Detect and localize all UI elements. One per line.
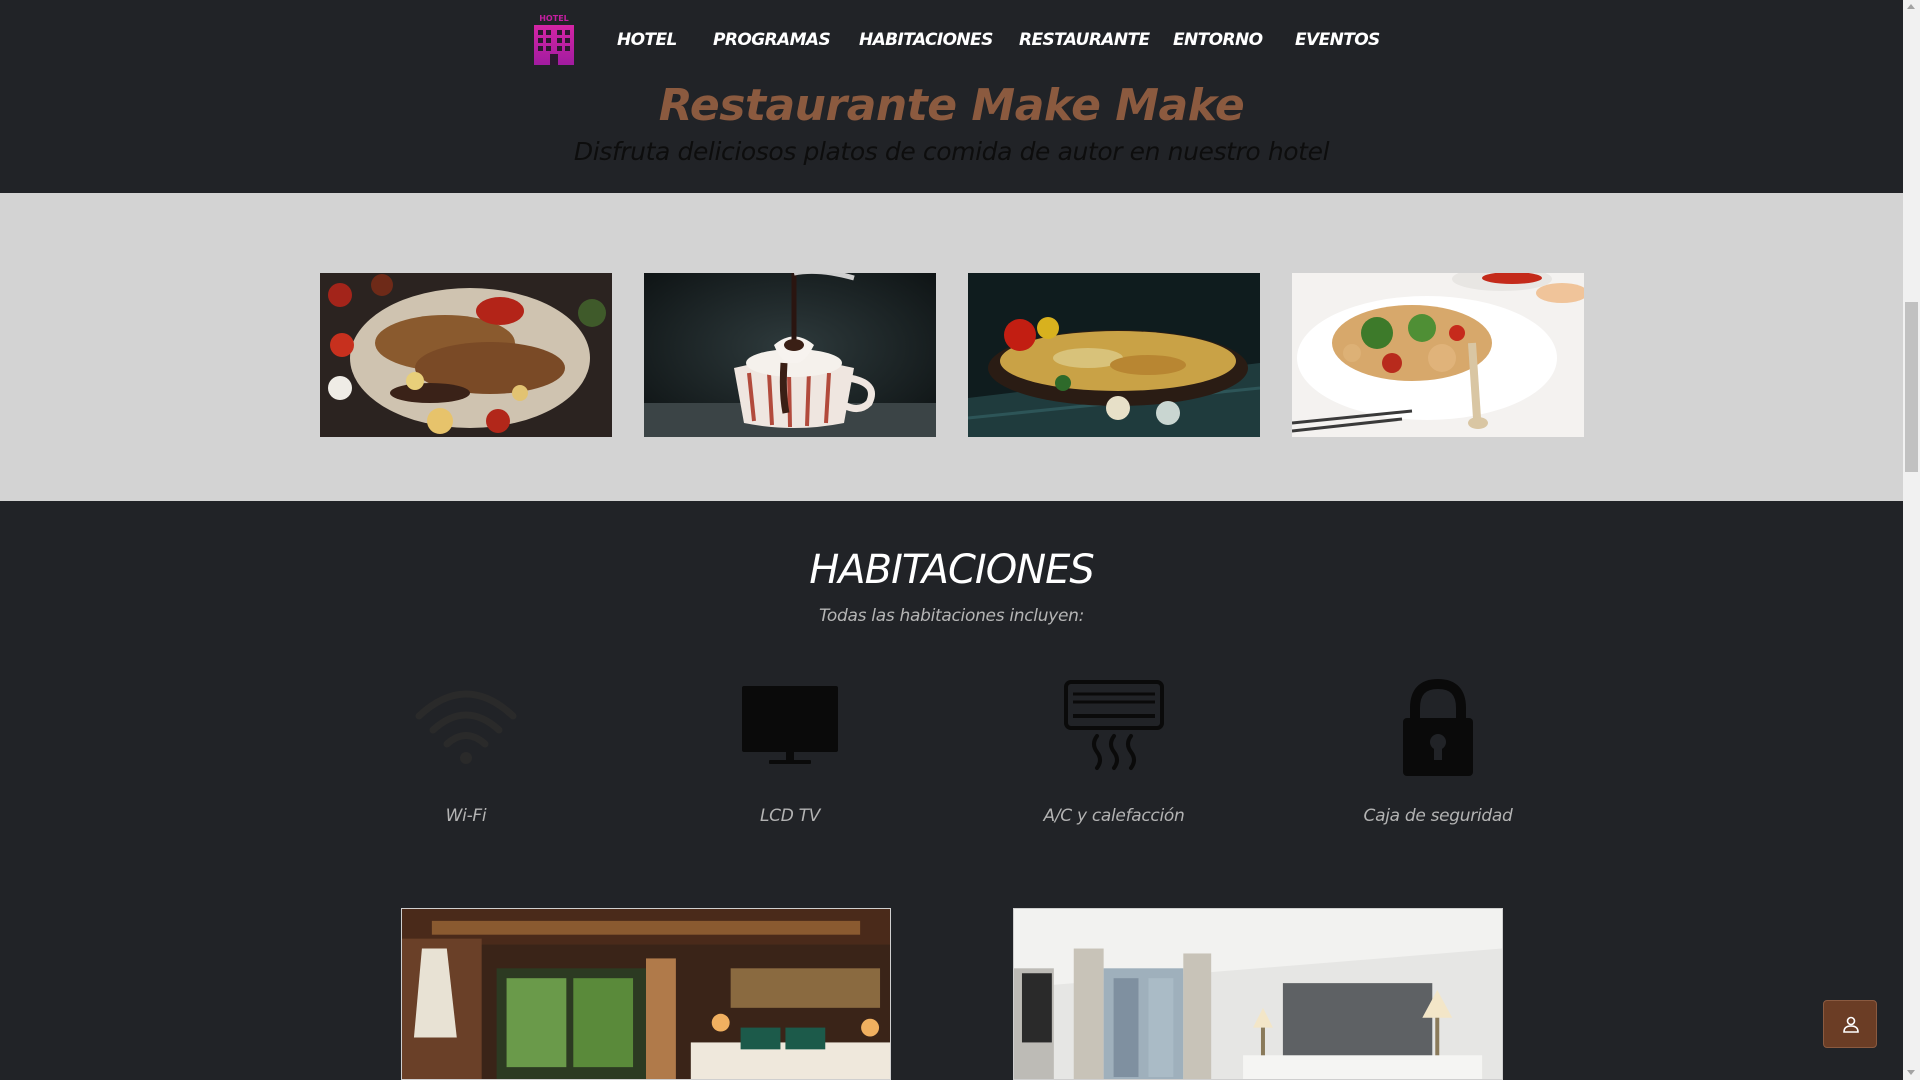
rooms-title: HABITACIONES — [809, 547, 1095, 593]
nav-item-entorno[interactable]: ENTORNO — [1173, 30, 1263, 50]
food-photo-salad[interactable] — [1292, 273, 1584, 437]
amenity-label-wifi: Wi-Fi — [445, 806, 487, 826]
amenity-label-tv: LCD TV — [759, 806, 821, 826]
room-photo-2[interactable] — [1013, 908, 1503, 1080]
scroll-up-arrow-icon[interactable] — [1907, 4, 1915, 9]
nav-item-eventos[interactable]: EVENTOS — [1295, 30, 1380, 50]
food-photo-paella[interactable] — [968, 273, 1260, 437]
nav-item-hotel[interactable]: HOTEL — [617, 30, 677, 50]
header: HOTEL HOTEL PROGRAMAS HABITACIONES RESTA… — [0, 0, 1903, 193]
lock-icon — [1383, 672, 1493, 782]
restaurant-title: Restaurante Make Make — [658, 80, 1245, 131]
room-photo-1[interactable] — [401, 908, 891, 1080]
food-photo-dessert[interactable] — [644, 273, 936, 437]
hotel-logo[interactable]: HOTEL — [532, 12, 576, 66]
scroll-down-arrow-icon[interactable] — [1907, 1070, 1915, 1075]
tv-icon — [735, 672, 845, 782]
logo-text: HOTEL — [539, 14, 569, 23]
nav-item-restaurante[interactable]: RESTAURANTE — [1019, 30, 1150, 50]
food-photo-grill[interactable] — [320, 273, 612, 437]
rooms-subtitle: Todas las habitaciones incluyen: — [818, 606, 1085, 626]
wifi-icon — [411, 672, 521, 782]
air-conditioner-icon — [1059, 672, 1169, 782]
page: HOTEL HOTEL PROGRAMAS HABITACIONES RESTA… — [0, 0, 1920, 1080]
user-account-button[interactable] — [1823, 1000, 1877, 1048]
nav-item-programas[interactable]: PROGRAMAS — [713, 30, 831, 50]
amenity-label-safe: Caja de seguridad — [1363, 806, 1513, 826]
user-icon — [1843, 1016, 1859, 1033]
scrollbar-thumb[interactable] — [1905, 302, 1918, 472]
scrollbar[interactable] — [1903, 0, 1920, 1080]
amenity-label-ac: A/C y calefacción — [1043, 806, 1185, 826]
food-gallery — [0, 193, 1903, 501]
restaurant-subtitle: Disfruta deliciosos platos de comida de … — [573, 137, 1330, 166]
nav-item-habitaciones[interactable]: HABITACIONES — [859, 30, 993, 50]
